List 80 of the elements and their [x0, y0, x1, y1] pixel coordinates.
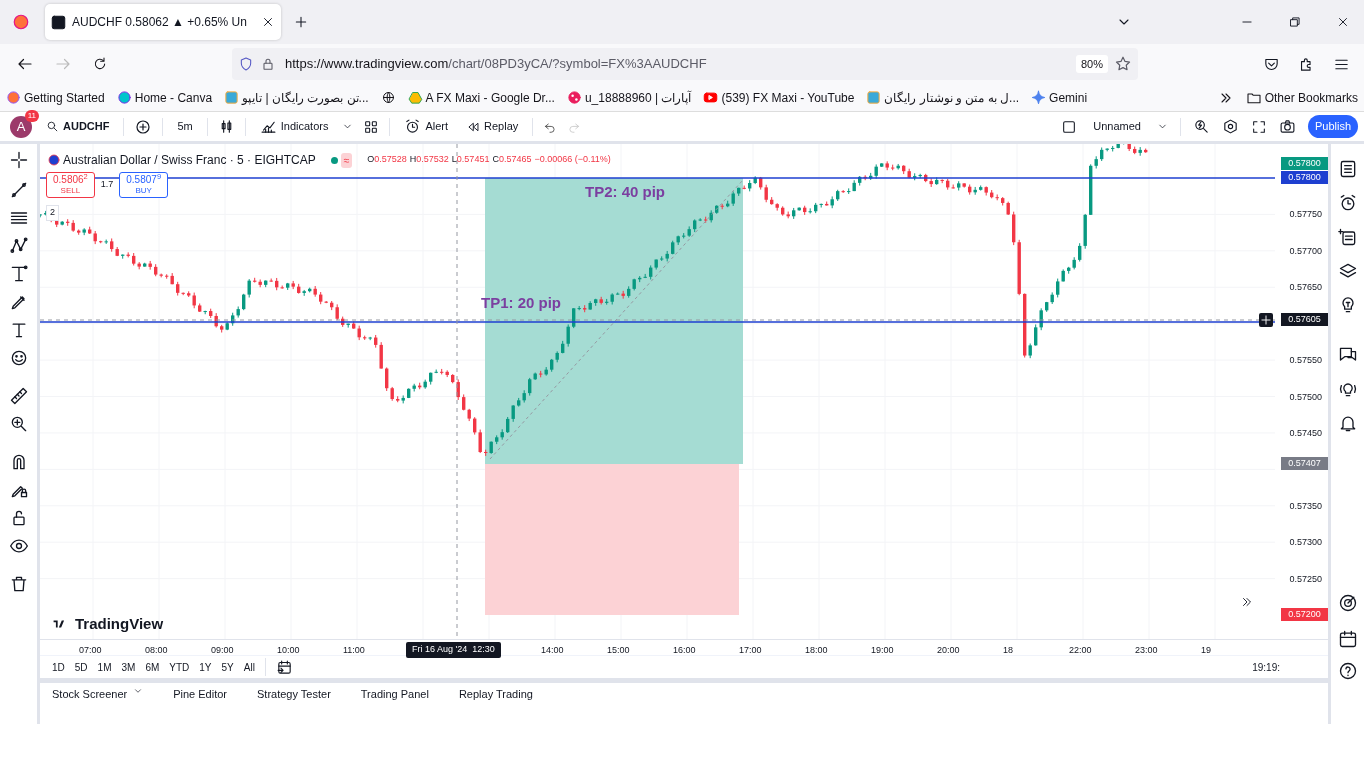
range-button[interactable]: 5D: [74, 659, 88, 675]
price-tag: 0.57407: [1281, 457, 1328, 470]
price-label: 0.57700: [1289, 244, 1322, 258]
ohlc-value: C0.57465: [492, 153, 532, 167]
panel-tab[interactable]: Trading Panel: [360, 685, 429, 703]
time-label: 23:00: [1135, 644, 1158, 657]
time-label: 22:00: [1069, 644, 1092, 657]
range-button[interactable]: 1D: [52, 659, 65, 675]
indicators-button[interactable]: Indicators: [255, 116, 333, 137]
chart-title[interactable]: Australian Dollar / Swiss Franc · 5 · EIGHTCAP: [63, 151, 316, 169]
range-button[interactable]: 5Y: [221, 659, 234, 675]
other-bookmarks[interactable]: Other Bookmarks: [1264, 88, 1358, 107]
time-label: 17:00: [739, 644, 762, 657]
time-label: 15:00: [607, 644, 630, 657]
time-label: 19: [1201, 644, 1211, 657]
bookmark[interactable]: A FX Maxi - Google Dr...: [425, 88, 555, 107]
range-button[interactable]: 3M: [121, 659, 136, 675]
market-status-badge: ≈: [340, 152, 353, 168]
range-button[interactable]: 6M: [145, 659, 160, 675]
time-label: 08:00: [145, 644, 168, 657]
time-label: 18: [1003, 644, 1013, 657]
zoom-level[interactable]: 80%: [1075, 54, 1108, 74]
range-button[interactable]: YTD: [169, 659, 190, 675]
price-tag: 0.57605: [1281, 313, 1328, 326]
spread-value: 1.7: [100, 178, 114, 191]
bookmark[interactable]: Gemini: [1049, 88, 1088, 107]
indicator-toggle[interactable]: 2: [46, 205, 59, 221]
address-bar[interactable]: https://www.tradingview.com/chart/08PD3yCA/?symbol=FX%3AAUDCHF 80%: [232, 48, 1138, 80]
tab-title: AUDCHF 0.58062 ▲ +0.65% Un: [72, 14, 247, 31]
buy-button[interactable]: 0.5807$^{9}$ BUY: [119, 172, 169, 198]
sell-button[interactable]: 0.5806$^{2}$ SELL: [46, 172, 95, 198]
publish-button[interactable]: Publish: [1307, 115, 1358, 138]
range-button[interactable]: 1M: [97, 659, 112, 675]
layout-name-button[interactable]: Unnamed: [1089, 116, 1145, 137]
ohlc-value: L0.57451: [451, 153, 490, 167]
time-label: 09:00: [211, 644, 234, 657]
range-button[interactable]: 1Y: [199, 659, 212, 675]
price-tag: 0.57800: [1281, 157, 1328, 170]
chart-annotation[interactable]: TP2: 40 pip: [585, 181, 666, 204]
time-label: 11:00: [343, 644, 365, 657]
crosshair-time-label: Fri 16 Aug '24 12:30: [406, 642, 501, 658]
price-label: 0.57500: [1289, 390, 1322, 404]
ohlc-value: O0.57528: [367, 153, 407, 167]
bookmark[interactable]: Home - Canva: [134, 88, 213, 107]
range-button[interactable]: All: [243, 659, 255, 675]
time-label: 14:00: [541, 644, 564, 657]
url-text: https://www.tradingview.com/chart/08PD3yCA/?symbol=FX%3AAUDCHF: [285, 55, 707, 74]
price-label: 0.57750: [1289, 208, 1322, 222]
time-label: 18:00: [805, 644, 828, 657]
interval-button[interactable]: 5m: [173, 116, 197, 137]
panel-tab[interactable]: Pine Editor: [173, 685, 227, 703]
replay-button[interactable]: Replay: [462, 116, 523, 137]
time-label: 19:00: [871, 644, 894, 657]
price-label: 0.57450: [1289, 426, 1322, 440]
time-label: 16:00: [673, 644, 696, 657]
bookmark[interactable]: ...تن بصورت رایگان | تایپو: [242, 88, 369, 107]
browser-tab[interactable]: AUDCHF 0.58062 ▲ +0.65% Un: [45, 4, 281, 40]
price-tag: 0.57200: [1281, 608, 1328, 621]
chart-watermark-logo: TradingView: [75, 614, 164, 634]
bookmark[interactable]: Getting Started: [24, 88, 105, 107]
time-label: 20:00: [937, 644, 960, 657]
bookmark[interactable]: u_18888960 | آپارات: [584, 88, 692, 107]
alert-button[interactable]: Alert: [400, 116, 453, 137]
price-label: 0.57550: [1289, 354, 1322, 368]
clock: 19:19:: [1252, 660, 1281, 675]
price-tag: 0.57800: [1281, 171, 1328, 184]
price-label: 0.57250: [1289, 572, 1322, 586]
price-change: −0.00066 (−0.11%): [534, 153, 611, 167]
ohlc-value: H0.57532: [409, 153, 449, 167]
price-label: 0.57350: [1289, 499, 1322, 513]
price-label: 0.57650: [1289, 281, 1322, 295]
price-label: 0.57300: [1289, 536, 1322, 550]
panel-tab[interactable]: Stock Screener: [52, 685, 128, 703]
bookmark[interactable]: (539) FX Maxi - YouTube: [721, 88, 855, 107]
panel-tab[interactable]: Replay Trading: [458, 685, 533, 703]
time-label: 10:00: [277, 644, 300, 657]
time-label: 07:00: [79, 644, 102, 657]
bookmark[interactable]: ...ل به متن و نوشتار رایگان: [884, 88, 1020, 107]
symbol-search[interactable]: AUDCHF: [42, 116, 114, 137]
panel-tab[interactable]: Strategy Tester: [257, 685, 331, 703]
